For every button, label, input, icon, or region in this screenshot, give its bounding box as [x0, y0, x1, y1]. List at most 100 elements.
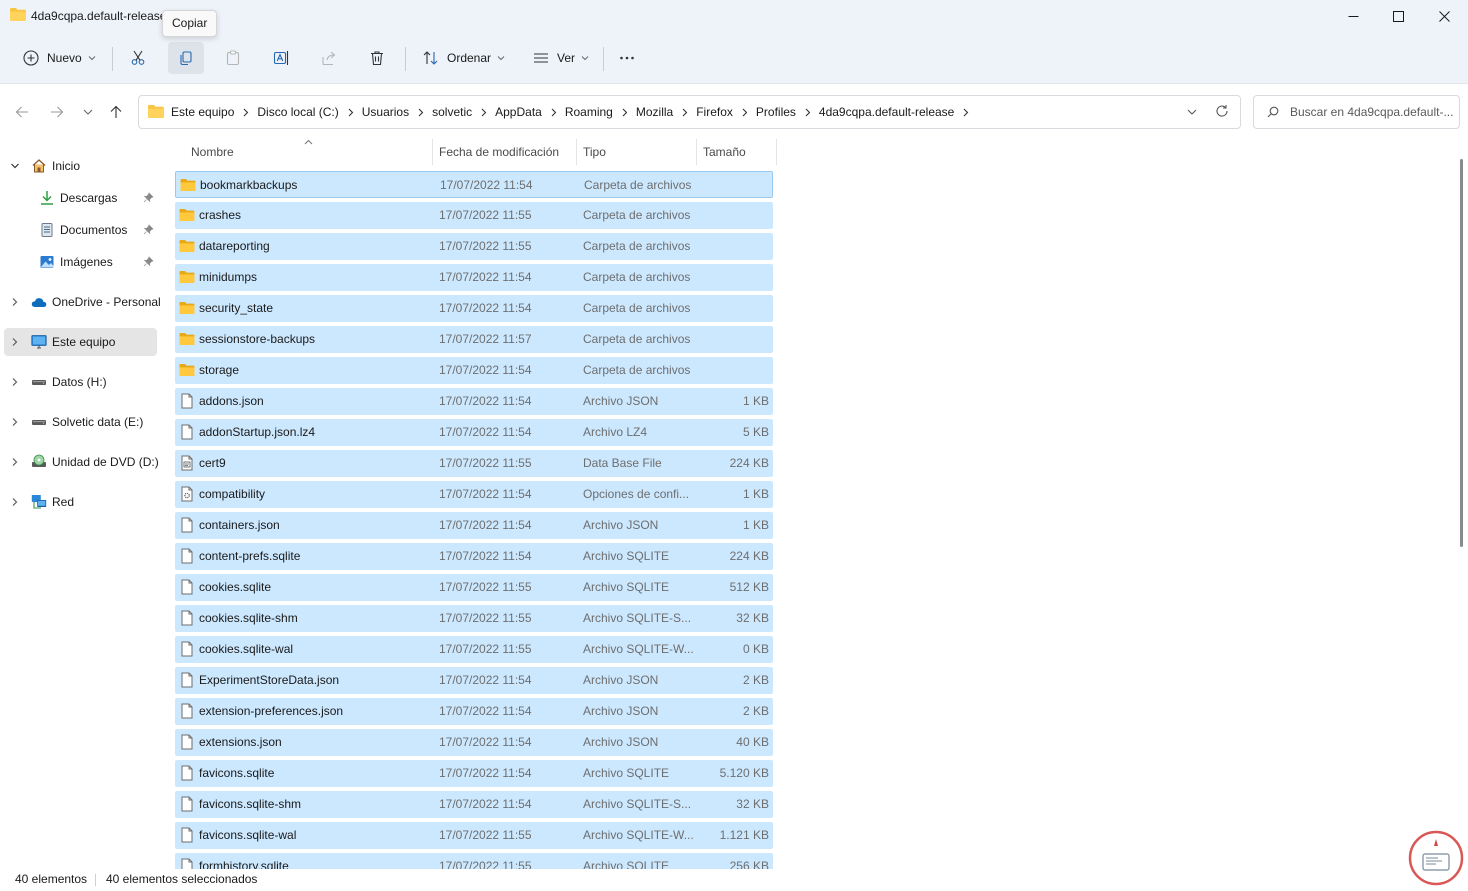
- file-row[interactable]: formhistory.sqlite 17/07/2022 11:55 Archiv…: [175, 853, 773, 869]
- sidebar-item-dvd[interactable]: Unidad de DVD (D:): [4, 448, 159, 476]
- file-row[interactable]: compatibility 17/07/2022 11:54 Opciones de…: [175, 481, 773, 508]
- search-input[interactable]: [1290, 103, 1456, 121]
- pin-icon[interactable]: [143, 224, 154, 235]
- breadcrumb-label[interactable]: Roaming: [565, 105, 613, 119]
- breadcrumb-label[interactable]: Mozilla: [636, 105, 673, 119]
- column-divider[interactable]: [432, 139, 433, 165]
- cut-button[interactable]: [121, 42, 155, 74]
- breadcrumb-item[interactable]: Roaming: [565, 105, 636, 119]
- chevron-right-icon[interactable]: [481, 108, 487, 117]
- file-row[interactable]: cookies.sqlite-wal 17/07/2022 11:55 Archiv…: [175, 636, 773, 663]
- close-button[interactable]: [1421, 0, 1467, 32]
- rename-button[interactable]: [264, 42, 298, 74]
- file-row[interactable]: cookies.sqlite 17/07/2022 11:55 Archivo SQ…: [175, 574, 773, 601]
- folder-row[interactable]: sessionstore-backups 17/07/2022 11:57 Carp…: [175, 326, 773, 353]
- sidebar-item-inicio[interactable]: Inicio: [4, 152, 157, 180]
- more-button[interactable]: [610, 42, 644, 74]
- sidebar-item-onedrive[interactable]: OneDrive - Personal: [4, 288, 161, 316]
- column-header-type[interactable]: Tipo: [583, 139, 606, 165]
- up-button[interactable]: [106, 102, 126, 122]
- folder-row[interactable]: crashes 17/07/2022 11:55 Carpeta de archiv…: [175, 202, 773, 229]
- file-row[interactable]: favicons.sqlite 17/07/2022 11:54 Archivo S…: [175, 760, 773, 787]
- sidebar-item-solvetic-data[interactable]: Solvetic data (E:): [4, 408, 157, 436]
- folder-row[interactable]: storage 17/07/2022 11:54 Carpeta de archiv…: [175, 357, 773, 384]
- breadcrumb-item[interactable]: Usuarios: [362, 105, 432, 119]
- sidebar-item-datos[interactable]: Datos (H:): [4, 368, 157, 396]
- file-type: Carpeta de archivos: [583, 208, 691, 222]
- breadcrumb-item[interactable]: Disco local (C:): [257, 105, 361, 119]
- file-row[interactable]: content-prefs.sqlite 17/07/2022 11:54 Arch…: [175, 543, 773, 570]
- folder-row[interactable]: security_state 17/07/2022 11:54 Carpeta de…: [175, 295, 773, 322]
- sidebar-item-descargas[interactable]: Descargas: [4, 184, 157, 212]
- pin-icon[interactable]: [143, 192, 154, 203]
- breadcrumb-label[interactable]: Firefox: [696, 105, 733, 119]
- chevron-right-icon[interactable]: [243, 108, 249, 117]
- back-button[interactable]: [12, 102, 32, 122]
- chevron-right-icon[interactable]: [742, 108, 748, 117]
- breadcrumb-item[interactable]: AppData: [495, 105, 565, 119]
- chevron-right-icon[interactable]: [963, 108, 969, 117]
- new-button[interactable]: Nuevo: [14, 42, 104, 74]
- sidebar-item-red[interactable]: Red: [4, 488, 157, 516]
- breadcrumb-item[interactable]: Firefox: [696, 105, 756, 119]
- breadcrumb-item[interactable]: 4da9cqpa.default-release: [819, 105, 977, 119]
- share-button[interactable]: [312, 42, 346, 74]
- column-header-name[interactable]: Nombre: [191, 139, 234, 165]
- file-row[interactable]: ExperimentStoreData.json 17/07/2022 11:54…: [175, 667, 773, 694]
- chevron-right-icon[interactable]: [805, 108, 811, 117]
- folder-row[interactable]: bookmarkbackups 17/07/2022 11:54 Carpeta d…: [175, 171, 773, 198]
- chevron-right-icon[interactable]: [418, 108, 424, 117]
- folder-row[interactable]: minidumps 17/07/2022 11:54 Carpeta de arch…: [175, 264, 773, 291]
- breadcrumb-label[interactable]: Usuarios: [362, 105, 409, 119]
- file-row[interactable]: cert9 17/07/2022 11:55 Data Base File 224 K…: [175, 450, 773, 477]
- vertical-scrollbar[interactable]: [1455, 139, 1468, 869]
- breadcrumb-label[interactable]: Disco local (C:): [257, 105, 338, 119]
- forward-button[interactable]: [47, 102, 67, 122]
- column-divider[interactable]: [776, 139, 777, 165]
- maximize-button[interactable]: [1375, 0, 1421, 32]
- file-row[interactable]: cookies.sqlite-shm 17/07/2022 11:55 Archiv…: [175, 605, 773, 632]
- chevron-right-icon[interactable]: [682, 108, 688, 117]
- breadcrumb-item[interactable]: Profiles: [756, 105, 819, 119]
- sort-button[interactable]: Ordenar: [414, 42, 513, 74]
- paste-button[interactable]: [216, 42, 250, 74]
- breadcrumb-label[interactable]: solvetic: [432, 105, 472, 119]
- pin-icon[interactable]: [143, 256, 154, 267]
- column-header-date[interactable]: Fecha de modificación: [439, 139, 559, 165]
- chevron-right-icon[interactable]: [348, 108, 354, 117]
- folder-row[interactable]: datareporting 17/07/2022 11:55 Carpeta de …: [175, 233, 773, 260]
- address-bar[interactable]: Este equipo Disco local (C:) Usuarios solve…: [138, 95, 1241, 129]
- chevron-right-icon[interactable]: [551, 108, 557, 117]
- file-date: 17/07/2022 11:54: [439, 673, 532, 687]
- breadcrumb-label[interactable]: 4da9cqpa.default-release: [819, 105, 954, 119]
- column-divider[interactable]: [576, 139, 577, 165]
- view-button[interactable]: Ver: [524, 42, 597, 74]
- breadcrumb-label[interactable]: AppData: [495, 105, 542, 119]
- file-row[interactable]: favicons.sqlite-wal 17/07/2022 11:55 Archi…: [175, 822, 773, 849]
- search-box[interactable]: [1253, 95, 1460, 129]
- minimize-button[interactable]: [1330, 0, 1376, 32]
- file-row[interactable]: containers.json 17/07/2022 11:54 Archivo J…: [175, 512, 773, 539]
- file-row[interactable]: favicons.sqlite-shm 17/07/2022 11:54 Archi…: [175, 791, 773, 818]
- copy-button[interactable]: [168, 42, 204, 74]
- file-row[interactable]: addons.json 17/07/2022 11:54 Archivo JSON 1…: [175, 388, 773, 415]
- column-divider[interactable]: [696, 139, 697, 165]
- chevron-right-icon[interactable]: [622, 108, 628, 117]
- refresh-icon[interactable]: [1215, 104, 1229, 118]
- breadcrumb-item[interactable]: Este equipo: [171, 105, 257, 119]
- delete-button[interactable]: [360, 42, 394, 74]
- breadcrumb-label[interactable]: Este equipo: [171, 105, 234, 119]
- scrollbar-thumb[interactable]: [1460, 159, 1463, 547]
- file-row[interactable]: extension-preferences.json 17/07/2022 11:…: [175, 698, 773, 725]
- sidebar-item-imagenes[interactable]: Imágenes: [4, 248, 157, 276]
- file-row[interactable]: extensions.json 17/07/2022 11:54 Archivo J…: [175, 729, 773, 756]
- file-row[interactable]: addonStartup.json.lz4 17/07/2022 11:54 Arc…: [175, 419, 773, 446]
- sidebar-item-este-equipo[interactable]: Este equipo: [4, 328, 157, 356]
- breadcrumb-item[interactable]: solvetic: [432, 105, 495, 119]
- chevron-down-icon[interactable]: [1186, 106, 1198, 118]
- recent-locations-button[interactable]: [78, 102, 98, 122]
- breadcrumb-label[interactable]: Profiles: [756, 105, 796, 119]
- breadcrumb-item[interactable]: Mozilla: [636, 105, 696, 119]
- sidebar-item-documentos[interactable]: Documentos: [4, 216, 157, 244]
- column-header-size[interactable]: Tamaño: [703, 139, 746, 165]
